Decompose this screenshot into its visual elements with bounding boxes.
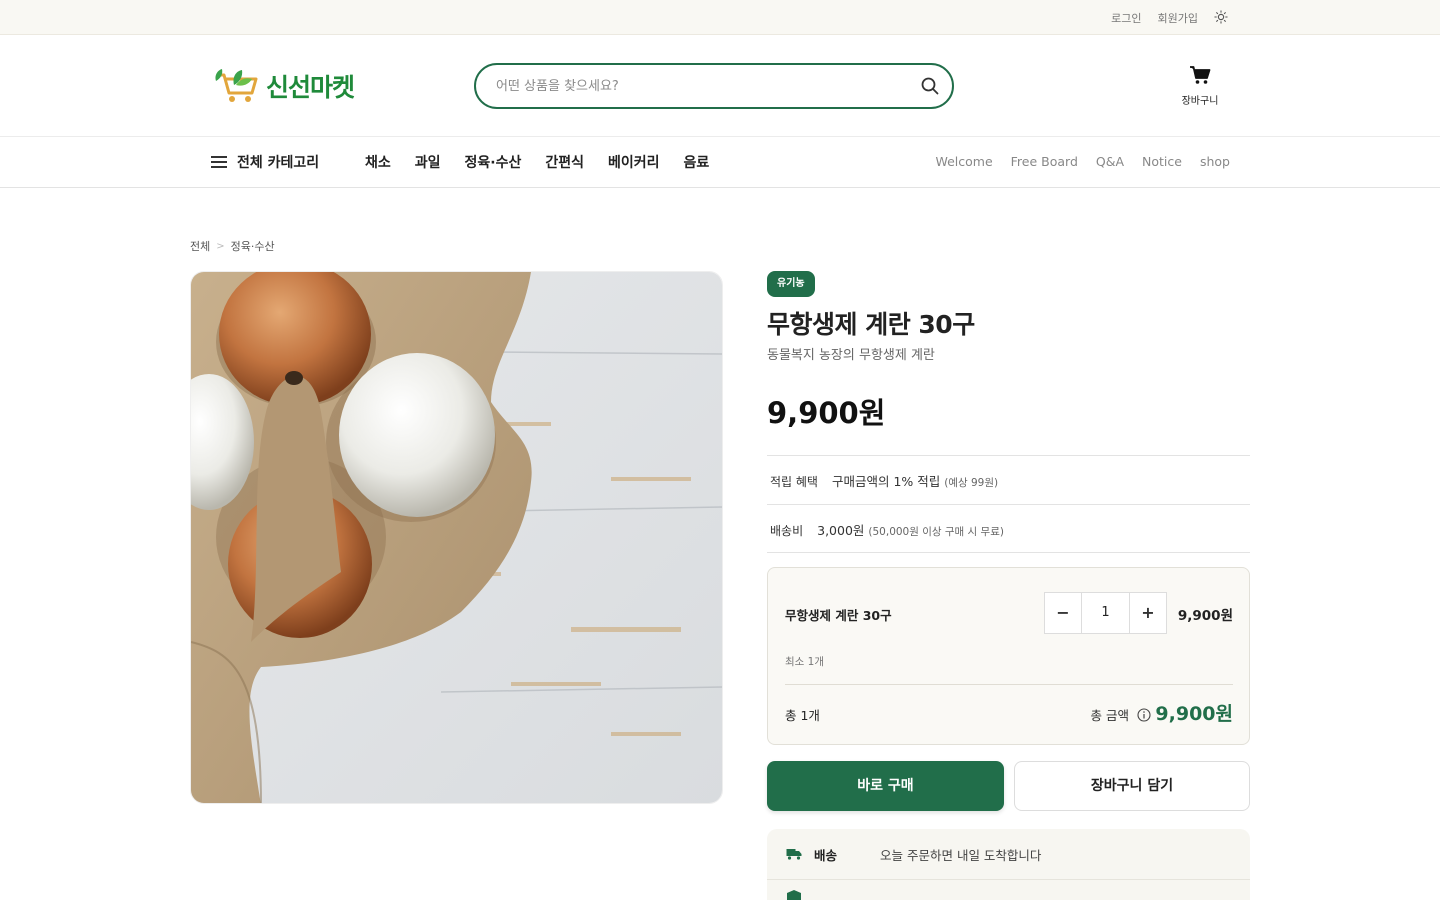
nav-category-convenience-food[interactable]: 간편식	[545, 152, 584, 172]
all-categories-button[interactable]: 전체 카테고리	[211, 152, 319, 172]
shipping-fee-value: 3,000원 (50,000원 이상 구매 시 무료)	[817, 523, 1004, 538]
board-link-notice[interactable]: Notice	[1142, 154, 1182, 169]
login-link[interactable]: 로그인	[1111, 10, 1141, 26]
divider	[767, 504, 1250, 505]
points-value: 구매금액의 1% 적립 (예상 99원)	[831, 474, 999, 489]
product-price: 9,900원	[767, 396, 886, 430]
quantity-stepper: − 1 +	[1044, 592, 1167, 634]
signup-link[interactable]: 회원가입	[1158, 10, 1198, 26]
utility-bar: 로그인 회원가입	[0, 0, 1440, 35]
total-amount-label-group: 총 금액	[1091, 705, 1151, 724]
delivery-label: 배송	[814, 847, 838, 863]
nav-category-meat-seafood[interactable]: 정육·수산	[465, 152, 522, 172]
logo-text: 신선마켓	[266, 73, 355, 102]
nav-category-fruits[interactable]: 과일	[415, 152, 441, 172]
option-price: 9,900원	[1177, 608, 1233, 624]
eggs-photo	[191, 272, 722, 803]
breadcrumb-item-all[interactable]: 전체	[190, 238, 210, 254]
breadcrumb-item-current[interactable]: 정육·수산	[231, 238, 275, 254]
divider	[767, 455, 1250, 456]
decrease-quantity-button[interactable]: −	[1045, 593, 1081, 633]
cart-label: 장바구니	[1181, 96, 1219, 107]
buy-now-button[interactable]: 바로 구매	[767, 761, 1004, 811]
delivery-info-row	[767, 880, 1250, 900]
minimum-order-note: 최소 1개	[785, 656, 824, 668]
breadcrumb: 전체 > 정육·수산	[190, 238, 275, 254]
shipping-fee-label: 배송비	[770, 524, 804, 538]
points-label: 적립 혜택	[770, 475, 818, 489]
site-header: 신선마켓 장바구니	[0, 35, 1440, 137]
board-link-free-board[interactable]: Free Board	[1011, 154, 1078, 169]
board-links: Welcome Free Board Q&A Notice shop	[935, 154, 1230, 169]
truck-icon	[786, 849, 802, 860]
nav-category-vegetables[interactable]: 채소	[365, 152, 391, 172]
total-price: 9,900원	[1155, 703, 1233, 725]
delivery-value: 오늘 주문하면 내일 도착합니다	[880, 847, 1042, 863]
option-name: 무항생제 계란 30구	[785, 608, 892, 623]
info-icon[interactable]	[1137, 707, 1151, 722]
box-icon	[787, 890, 801, 900]
nav-category-bakery[interactable]: 베이커리	[608, 152, 660, 172]
search-icon[interactable]	[920, 76, 940, 96]
delivery-info-box: 배송 오늘 주문하면 내일 도착합니다	[767, 829, 1250, 900]
points-row: 적립 혜택 구매금액의 1% 적립 (예상 99원)	[770, 471, 998, 490]
sun-icon	[1214, 10, 1228, 24]
utility-links: 로그인 회원가입	[1111, 9, 1228, 26]
hamburger-icon	[211, 156, 227, 168]
shipping-fee-row: 배송비 3,000원 (50,000원 이상 구매 시 무료)	[770, 520, 1004, 539]
search-bar	[474, 63, 954, 109]
cart-icon	[1190, 66, 1211, 84]
shipping-fee-note: (50,000원 이상 구매 시 무료)	[868, 526, 1004, 538]
leaf-cart-logo-icon	[215, 69, 258, 102]
total-quantity: 총 1개	[785, 708, 820, 723]
delivery-info-row: 배송 오늘 주문하면 내일 도착합니다	[767, 829, 1250, 879]
organic-badge: 유기농	[767, 271, 815, 297]
board-link-shop[interactable]: shop	[1200, 154, 1230, 169]
category-menu: 채소 과일 정육·수산 간편식 베이커리 음료	[365, 152, 709, 172]
breadcrumb-separator: >	[216, 240, 225, 252]
board-link-welcome[interactable]: Welcome	[935, 154, 992, 169]
total-amount-label: 총 금액	[1090, 708, 1129, 723]
search-input[interactable]	[476, 65, 896, 107]
add-to-cart-button[interactable]: 장바구니 담기	[1014, 761, 1250, 811]
product-title: 무항생제 계란 30구	[767, 310, 975, 339]
site-logo[interactable]: 신선마켓	[212, 67, 355, 105]
main-nav: 전체 카테고리 채소 과일 정육·수산 간편식 베이커리 음료 Welcome …	[0, 137, 1440, 188]
divider	[785, 684, 1233, 685]
points-note: (예상 99원)	[944, 477, 999, 489]
divider	[767, 552, 1250, 553]
nav-category-beverages[interactable]: 음료	[684, 152, 710, 172]
increase-quantity-button[interactable]: +	[1130, 593, 1166, 633]
product-subtitle: 동물복지 농장의 무항생제 계란	[767, 348, 935, 363]
selected-option-box: 무항생제 계란 30구 − 1 + 9,900원 최소 1개 총 1개 총 금액…	[767, 567, 1250, 745]
quantity-value[interactable]: 1	[1081, 593, 1130, 633]
product-image	[190, 271, 723, 804]
cart-button[interactable]: 장바구니	[1178, 65, 1222, 108]
board-link-qna[interactable]: Q&A	[1096, 154, 1124, 169]
all-categories-label: 전체 카테고리	[237, 155, 320, 171]
theme-toggle-button[interactable]	[1214, 9, 1228, 26]
